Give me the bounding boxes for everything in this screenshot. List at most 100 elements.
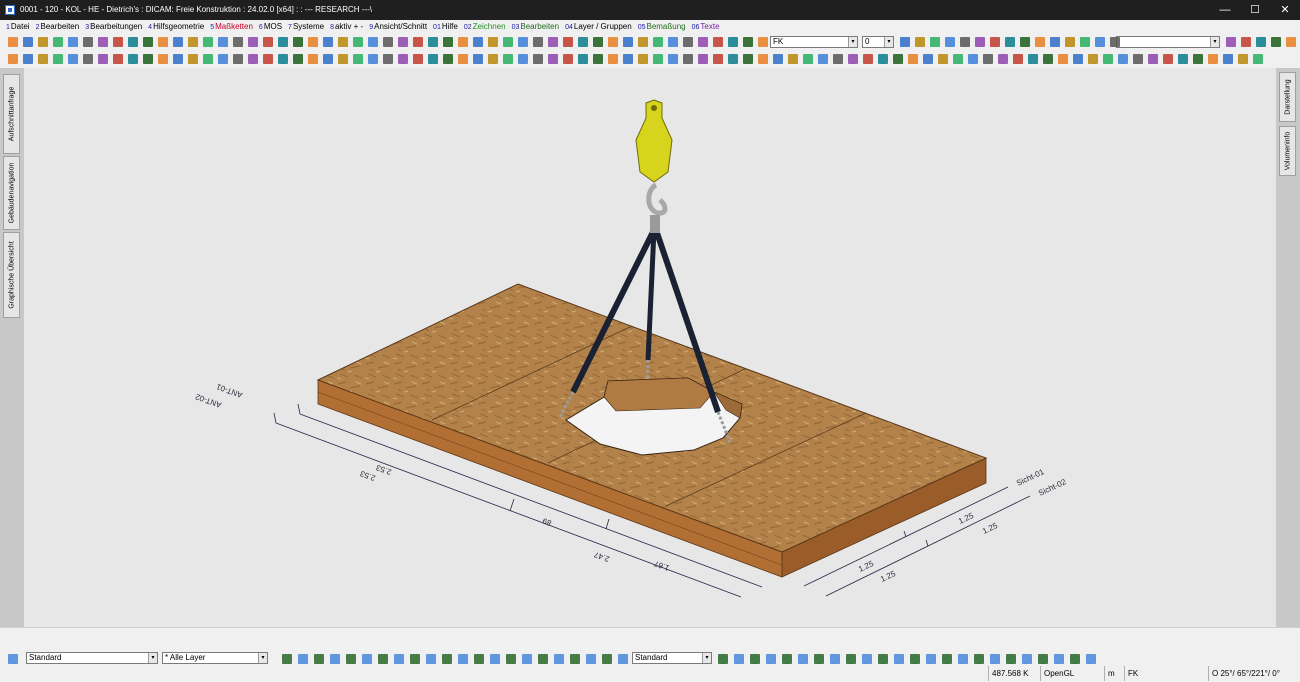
toolbar2-tool-icon[interactable] (1178, 54, 1188, 64)
tab-volumeninfo[interactable]: Volumeninfo (1279, 126, 1296, 176)
toolbar2-tool-icon[interactable] (638, 54, 648, 64)
toolbar2-tool-icon[interactable] (503, 54, 513, 64)
toolbar2-tool-icon[interactable] (1223, 54, 1233, 64)
toolbar-tool-icon[interactable] (278, 37, 288, 47)
toolbar2-tool-icon[interactable] (38, 54, 48, 64)
toolbar2-tool-icon[interactable] (893, 54, 903, 64)
bottom-tool-icon[interactable] (618, 654, 628, 664)
toolbar-tool-icon[interactable] (1271, 37, 1281, 47)
toolbar-tool-icon[interactable] (698, 37, 708, 47)
toolbar2-tool-icon[interactable] (983, 54, 993, 64)
toolbar-tool-icon[interactable] (428, 37, 438, 47)
bottom-tool-icon[interactable] (1022, 654, 1032, 664)
menu-item[interactable]: 6MOS (259, 20, 282, 34)
toolbar2-tool-icon[interactable] (908, 54, 918, 64)
toolbar-tool-icon[interactable] (188, 37, 198, 47)
toolbar-tool-icon[interactable] (960, 37, 970, 47)
toolbar-tool-icon[interactable] (1020, 37, 1030, 47)
bottom-tool-icon[interactable] (798, 654, 808, 664)
toolbar-tool-icon[interactable] (323, 37, 333, 47)
toolbar2-tool-icon[interactable] (1013, 54, 1023, 64)
toolbar2-tool-icon[interactable] (8, 54, 18, 64)
toolbar-tool-icon[interactable] (113, 37, 123, 47)
toolbar-tool-icon[interactable] (713, 37, 723, 47)
toolbar-tool-icon[interactable] (758, 37, 768, 47)
toolbar2-tool-icon[interactable] (833, 54, 843, 64)
bottom-tool-icon[interactable] (734, 654, 744, 664)
bottom-tool-icon[interactable] (814, 654, 824, 664)
toolbar-tool-icon[interactable] (743, 37, 753, 47)
toolbar-tool-icon[interactable] (53, 37, 63, 47)
bottom-tool-icon[interactable] (474, 654, 484, 664)
bottom-tool-icon[interactable] (910, 654, 920, 664)
bottom-tool-icon[interactable] (522, 654, 532, 664)
toolbar-tool-icon[interactable] (83, 37, 93, 47)
toolbar-tool-icon[interactable] (945, 37, 955, 47)
bottom-tool-icon[interactable] (846, 654, 856, 664)
toolbar-tool-icon[interactable] (1286, 37, 1296, 47)
toolbar-tool-icon[interactable] (98, 37, 108, 47)
toolbar2-tool-icon[interactable] (608, 54, 618, 64)
bottom-tool-icon[interactable] (586, 654, 596, 664)
toolbar-tool-icon[interactable] (608, 37, 618, 47)
toolbar2-tool-icon[interactable] (788, 54, 798, 64)
toolbar-tool-icon[interactable] (1226, 37, 1236, 47)
tab-graphische-uebersicht[interactable]: Graphische Übersicht (3, 232, 20, 318)
toolbar2-tool-icon[interactable] (23, 54, 33, 64)
toolbar-tool-icon[interactable] (128, 37, 138, 47)
toolbar-tool-icon[interactable] (548, 37, 558, 47)
chevron-down-icon[interactable]: ▾ (258, 653, 267, 663)
menu-item[interactable]: 02Zeichnen (464, 20, 506, 34)
toolbar2-tool-icon[interactable] (473, 54, 483, 64)
toolbar2-tool-icon[interactable] (53, 54, 63, 64)
toolbar2-tool-icon[interactable] (818, 54, 828, 64)
bottom-tool-icon[interactable] (782, 654, 792, 664)
close-button[interactable]: ✕ (1270, 0, 1300, 20)
toolbar2-tool-icon[interactable] (758, 54, 768, 64)
toolbar-tool-icon[interactable] (443, 37, 453, 47)
toolbar-tool-icon[interactable] (353, 37, 363, 47)
bottom-tool-icon[interactable] (282, 654, 292, 664)
toolbar-tool-icon[interactable] (728, 37, 738, 47)
bottom-tool-icon[interactable] (958, 654, 968, 664)
menu-item[interactable]: 06Texte (692, 20, 720, 34)
menu-item[interactable]: 03Bearbeiten (512, 20, 560, 34)
chevron-down-icon[interactable]: ▾ (848, 37, 857, 47)
toolbar-tool-icon[interactable] (593, 37, 603, 47)
toolbar-tool-icon[interactable] (533, 37, 543, 47)
toolbar-tool-icon[interactable] (38, 37, 48, 47)
toolbar2-tool-icon[interactable] (353, 54, 363, 64)
toolbar2-tool-icon[interactable] (863, 54, 873, 64)
toolbar2-tool-icon[interactable] (203, 54, 213, 64)
bottom-tool-icon[interactable] (442, 654, 452, 664)
bottom-tool-icon[interactable] (766, 654, 776, 664)
toolbar-tool-icon[interactable] (1241, 37, 1251, 47)
toolbar-tool-icon[interactable] (8, 37, 18, 47)
toolbar2-tool-icon[interactable] (398, 54, 408, 64)
bottom-tool-icon[interactable] (538, 654, 548, 664)
menu-item[interactable]: 3Bearbeitungen (85, 20, 142, 34)
toolbar2-tool-icon[interactable] (1253, 54, 1263, 64)
bottom-tool-icon[interactable] (750, 654, 760, 664)
bottom-tool-icon[interactable] (458, 654, 468, 664)
toolbar2-tool-icon[interactable] (443, 54, 453, 64)
toolbar2-tool-icon[interactable] (1133, 54, 1143, 64)
toolbar-tool-icon[interactable] (638, 37, 648, 47)
bottom-tool-icon[interactable] (926, 654, 936, 664)
bottom-tool-icon[interactable] (314, 654, 324, 664)
fk-combo[interactable]: FK ▾ (770, 36, 858, 48)
bottom-tool-icon[interactable] (298, 654, 308, 664)
toolbar-tool-icon[interactable] (930, 37, 940, 47)
bottom-tool-icon[interactable] (718, 654, 728, 664)
bottom-tool-icon[interactable] (346, 654, 356, 664)
toolbar2-tool-icon[interactable] (113, 54, 123, 64)
tab-aufschnittanfrage[interactable]: Aufschnittanfrage (3, 74, 20, 154)
toolbar2-tool-icon[interactable] (1028, 54, 1038, 64)
toolbar2-tool-icon[interactable] (98, 54, 108, 64)
toolbar2-tool-icon[interactable] (1208, 54, 1218, 64)
toolbar-tool-icon[interactable] (23, 37, 33, 47)
toolbar2-tool-icon[interactable] (728, 54, 738, 64)
toolbar2-tool-icon[interactable] (698, 54, 708, 64)
toolbar2-tool-icon[interactable] (158, 54, 168, 64)
bottom-tool-icon[interactable] (570, 654, 580, 664)
